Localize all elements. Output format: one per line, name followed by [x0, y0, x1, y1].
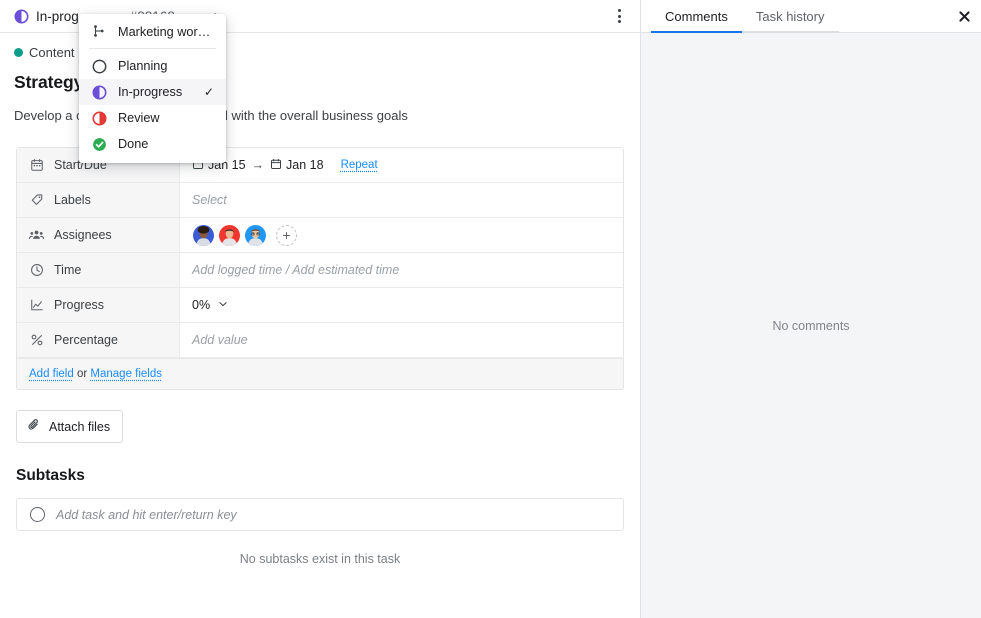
field-key-labels: Labels — [17, 183, 180, 218]
date-arrow: → — [251, 158, 265, 173]
progress-selector[interactable]: 0% — [192, 298, 229, 313]
dropdown-option-label: Review — [118, 111, 160, 125]
half-circle-red-icon — [92, 111, 107, 126]
side-panel-body: No comments — [641, 33, 981, 618]
calendar-small-icon — [270, 158, 282, 173]
dropdown-option-label: Planning — [118, 59, 168, 73]
subtasks-heading: Subtasks — [16, 467, 85, 485]
add-field-link[interactable]: Add field — [29, 368, 74, 380]
percentage-placeholder: Add value — [192, 333, 248, 348]
paperclip-icon — [27, 418, 41, 435]
breadcrumb-project[interactable]: Content — [29, 45, 75, 60]
percent-icon — [29, 333, 44, 348]
field-value-progress: 0% — [180, 288, 623, 322]
field-value-start-due: Jan 15 → Jan 18 Repeat — [180, 148, 623, 182]
field-key-percentage: Percentage — [17, 323, 180, 358]
task-status-label: In-prog — [36, 8, 79, 24]
side-panel: Comments Task history No comments — [640, 0, 981, 618]
clock-icon — [29, 263, 44, 278]
field-value-time[interactable]: Add logged time / Add estimated time — [180, 253, 623, 287]
task-main-pane: In-prog #88168 Content / ng tasklist — [0, 0, 640, 618]
field-key-progress: Progress — [17, 288, 180, 323]
attach-files-label: Attach files — [49, 419, 111, 434]
tab-task-history[interactable]: Task history — [741, 0, 839, 33]
attach-files-button[interactable]: Attach files — [16, 410, 124, 444]
task-fields-table: Start/Due Jan 15 → Jan 18 Repeat Labels … — [16, 147, 624, 391]
fields-footer: Add field or Manage fields — [17, 358, 623, 390]
status-dropdown-menu: Marketing wor… Planning In-progress ✓ Re… — [79, 14, 226, 163]
avatar[interactable] — [218, 223, 241, 247]
field-value-labels[interactable]: Select — [180, 183, 623, 217]
people-icon — [29, 228, 44, 243]
add-subtask-input[interactable]: Add task and hit enter/return key — [16, 498, 624, 532]
assignee-avatars: + — [192, 223, 297, 247]
time-placeholder: Add logged time / Add estimated time — [192, 263, 400, 278]
check-icon: ✓ — [203, 85, 214, 99]
due-date-text: Jan 18 — [286, 158, 324, 173]
tag-icon — [29, 193, 44, 208]
dropdown-parent-label: Marketing wor… — [118, 24, 211, 39]
tab-task-history-label: Task history — [755, 8, 825, 24]
half-circle-purple-icon — [92, 85, 107, 100]
field-row-percentage: Percentage Add value — [17, 323, 623, 359]
close-icon[interactable] — [947, 0, 981, 33]
field-label-progress: Progress — [54, 298, 105, 313]
field-key-assignees: Assignees — [17, 218, 180, 253]
chart-icon — [29, 298, 44, 313]
labels-placeholder: Select — [192, 193, 227, 208]
calendar-icon — [29, 158, 44, 173]
field-row-time: Time Add logged time / Add estimated tim… — [17, 253, 623, 289]
no-subtasks-message: No subtasks exist in this task — [239, 552, 401, 567]
field-row-labels: Labels Select — [17, 183, 623, 219]
task-detail-screen: In-prog #88168 Content / ng tasklist — [0, 0, 981, 618]
dropdown-option-label: In-progress — [118, 85, 183, 99]
side-panel-tabs: Comments Task history — [641, 0, 981, 33]
manage-fields-link[interactable]: Manage fields — [90, 368, 162, 380]
kebab-dot — [617, 14, 621, 18]
circle-empty-icon — [30, 507, 45, 523]
project-color-dot-icon — [14, 48, 23, 57]
field-label-time: Time — [54, 263, 82, 278]
task-status-selector[interactable]: In-prog — [14, 9, 79, 24]
field-row-progress: Progress 0% — [17, 288, 623, 324]
avatar[interactable] — [192, 223, 215, 247]
chevron-down-icon — [217, 298, 229, 313]
half-circle-purple-icon — [14, 9, 29, 24]
hierarchy-icon — [92, 24, 107, 39]
circle-empty-icon — [92, 59, 107, 74]
field-label-percentage: Percentage — [54, 333, 118, 348]
footer-or-text: or — [76, 368, 88, 381]
tab-comments-label: Comments — [665, 8, 728, 24]
add-subtask-placeholder: Add task and hit enter/return key — [56, 507, 237, 522]
dropdown-separator — [89, 48, 216, 49]
no-comments-message: No comments — [772, 318, 850, 333]
tab-comments[interactable]: Comments — [651, 0, 742, 33]
field-label-assignees: Assignees — [54, 228, 112, 243]
field-value-assignees: + — [180, 218, 623, 252]
progress-value: 0% — [192, 298, 211, 313]
dropdown-option-review[interactable]: Review — [79, 105, 226, 131]
repeat-link[interactable]: Repeat — [341, 159, 378, 171]
kebab-dot — [617, 9, 621, 12]
dropdown-option-planning[interactable]: Planning — [79, 53, 226, 79]
add-assignee-button[interactable]: + — [276, 224, 297, 246]
field-value-percentage[interactable]: Add value — [180, 323, 623, 357]
field-row-assignees: Assignees + — [17, 218, 623, 254]
dropdown-item-parent-task[interactable]: Marketing wor… — [79, 18, 226, 45]
kebab-menu-icon[interactable] — [608, 5, 630, 27]
kebab-dot — [617, 20, 621, 23]
avatar[interactable] — [244, 223, 267, 247]
field-label-labels: Labels — [54, 193, 91, 208]
dropdown-option-label: Done — [118, 137, 149, 151]
field-key-time: Time — [17, 253, 180, 288]
dropdown-option-in-progress[interactable]: In-progress ✓ — [79, 79, 226, 105]
dropdown-option-done[interactable]: Done — [79, 131, 226, 157]
check-circle-green-icon — [92, 137, 107, 152]
due-date[interactable]: Jan 18 — [270, 158, 324, 173]
